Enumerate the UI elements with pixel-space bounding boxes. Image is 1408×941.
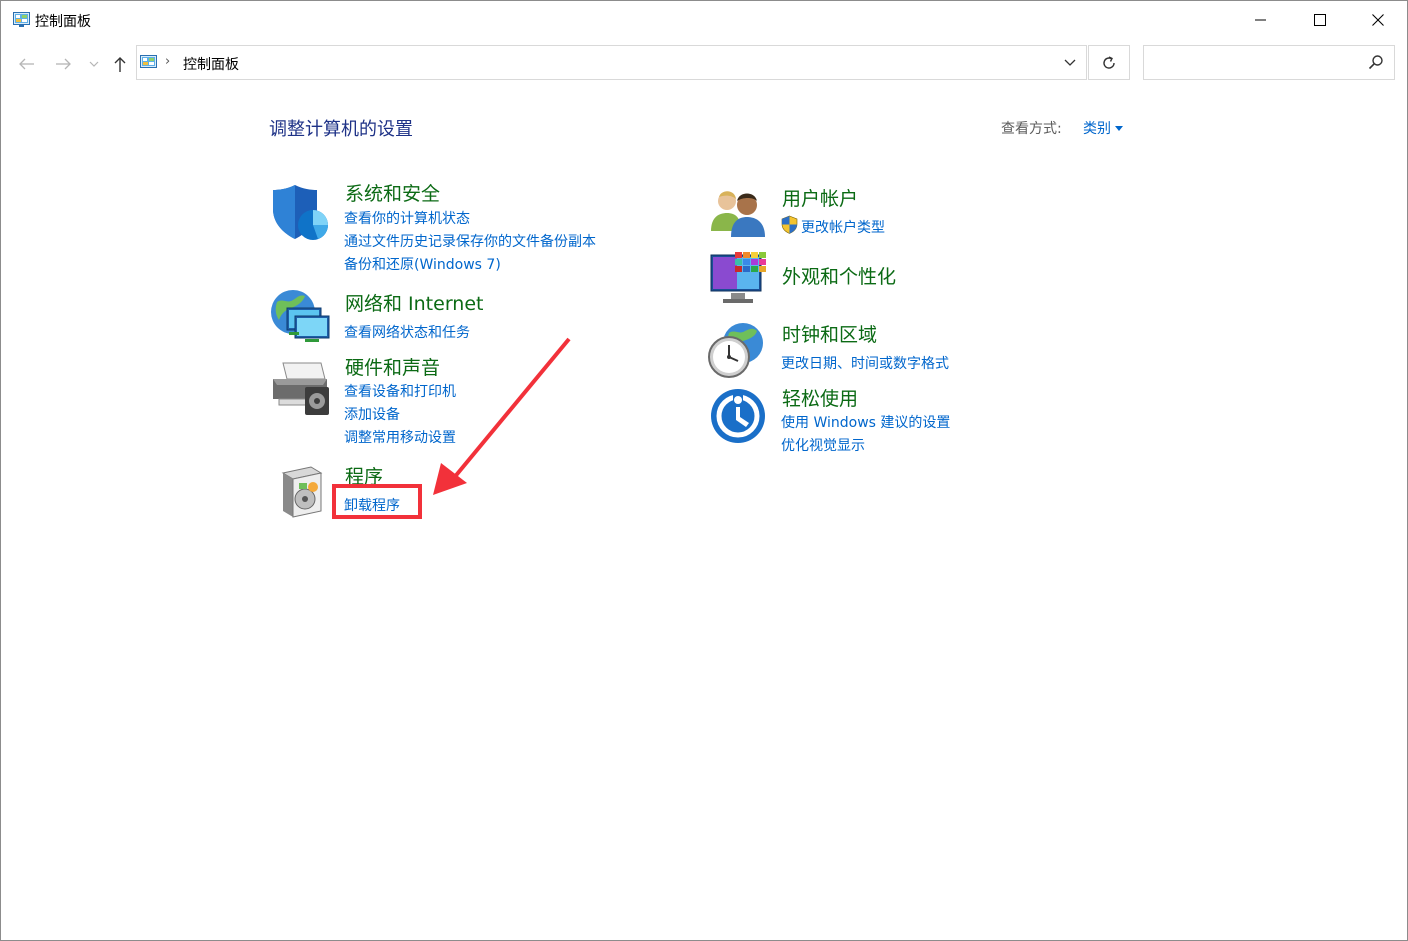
link-optimize-visual-display[interactable]: 优化视觉显示 (781, 435, 865, 455)
link-devices-printers[interactable]: 查看设备和打印机 (344, 381, 456, 401)
link-mobility-settings[interactable]: 调整常用移动设置 (344, 427, 456, 447)
link-recommended-settings[interactable]: 使用 Windows 建议的设置 (781, 412, 950, 432)
category-network-internet[interactable]: 网络和 Internet (345, 289, 483, 316)
monitor-color-icon[interactable] (709, 251, 769, 307)
refresh-button[interactable] (1088, 45, 1130, 80)
page-title: 调整计算机的设置 (269, 119, 413, 140)
shield-icon[interactable] (271, 183, 331, 243)
link-backup-restore[interactable]: 备份和还原(Windows 7) (344, 254, 501, 274)
ease-of-access-icon[interactable] (709, 387, 767, 445)
view-by-label: 查看方式: (1001, 121, 1062, 137)
link-add-device[interactable]: 添加设备 (344, 404, 400, 424)
minimize-icon (1255, 19, 1266, 21)
category-clock-region[interactable]: 时钟和区域 (782, 320, 877, 347)
control-panel-icon (140, 55, 157, 68)
annotation-arrow (433, 337, 571, 495)
maximize-button[interactable] (1291, 1, 1349, 39)
minimize-button[interactable] (1232, 1, 1290, 39)
view-by-dropdown[interactable]: 类别 (1083, 118, 1123, 138)
clock-globe-icon[interactable] (707, 321, 767, 379)
control-panel-icon (13, 12, 30, 27)
close-button[interactable] (1349, 1, 1407, 39)
view-by-value[interactable]: 类别 (1083, 118, 1111, 138)
close-icon (1372, 14, 1384, 26)
arrow-left-icon (19, 58, 34, 70)
arrow-right-icon (56, 58, 71, 70)
category-hardware-sound[interactable]: 硬件和声音 (345, 353, 440, 380)
arrow-up-icon (114, 57, 126, 72)
link-network-status[interactable]: 查看网络状态和任务 (344, 322, 470, 342)
refresh-icon (1103, 55, 1115, 69)
category-ease-of-access[interactable]: 轻松使用 (782, 384, 858, 411)
link-file-history[interactable]: 通过文件历史记录保存你的文件备份副本 (344, 231, 596, 251)
chevron-down-icon (1064, 59, 1076, 66)
link-change-date-time-format[interactable]: 更改日期、时间或数字格式 (781, 353, 949, 373)
breadcrumb-separator[interactable]: › (165, 54, 170, 69)
caret-down-icon (1115, 125, 1123, 131)
breadcrumb-control-panel[interactable]: 控制面板 (183, 54, 239, 74)
category-appearance-personalization[interactable]: 外观和个性化 (782, 262, 896, 289)
search-input[interactable] (1150, 52, 1364, 74)
title-bar[interactable]: 控制面板 (1, 1, 1407, 39)
window-title: 控制面板 (35, 14, 91, 30)
users-icon[interactable] (709, 187, 767, 239)
highlight-box (332, 484, 422, 519)
forward-button[interactable] (51, 51, 75, 77)
uac-shield-icon (781, 215, 798, 234)
link-view-computer-status[interactable]: 查看你的计算机状态 (344, 208, 470, 228)
chevron-down-icon (89, 61, 99, 67)
up-button[interactable] (109, 51, 131, 77)
programs-box-icon[interactable] (277, 463, 325, 519)
printer-icon[interactable] (269, 361, 331, 417)
address-bar[interactable]: › 控制面板 (136, 45, 1087, 80)
link-change-account-type[interactable]: 更改帐户类型 (801, 217, 885, 237)
search-box[interactable] (1143, 45, 1395, 80)
back-button[interactable] (15, 51, 39, 77)
recent-locations-button[interactable] (87, 51, 101, 77)
category-system-security[interactable]: 系统和安全 (345, 179, 440, 206)
control-panel-window: 控制面板 › 控制面板 调整计算机的设置 查看方式: 类别 系统和安全 查看你的… (0, 0, 1408, 941)
address-dropdown-button[interactable] (1053, 45, 1087, 80)
maximize-icon (1314, 14, 1326, 26)
category-user-accounts[interactable]: 用户帐户 (782, 184, 858, 211)
network-globe-icon[interactable] (269, 286, 331, 346)
search-icon[interactable] (1368, 54, 1384, 70)
